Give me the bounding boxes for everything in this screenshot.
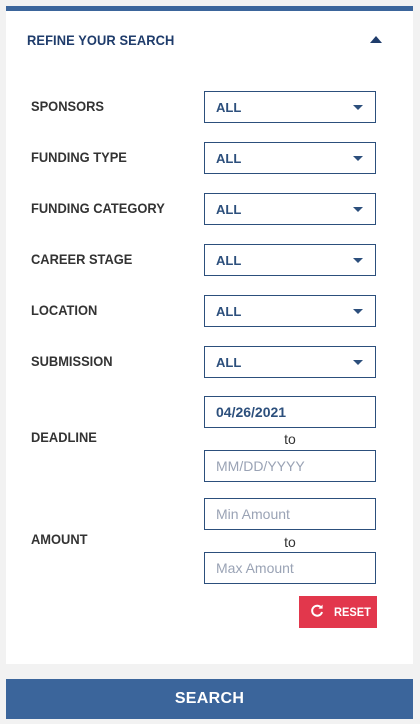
deadline-start-input[interactable]: [204, 396, 376, 428]
location-select-value: ALL: [216, 304, 242, 319]
funding-type-select-value: ALL: [216, 151, 242, 166]
chevron-down-icon: [353, 105, 363, 110]
amount-to-text: to: [284, 534, 296, 550]
chevron-down-icon: [353, 309, 363, 314]
location-label: LOCATION: [31, 302, 98, 318]
chevron-down-icon: [353, 360, 363, 365]
amount-label: AMOUNT: [31, 531, 88, 547]
career-stage-label: CAREER STAGE: [31, 251, 133, 267]
sponsors-select-value: ALL: [216, 100, 242, 115]
funding-type-label: FUNDING TYPE: [31, 149, 127, 165]
chevron-down-icon: [353, 156, 363, 161]
location-select[interactable]: ALL: [204, 295, 376, 327]
deadline-label: DEADLINE: [31, 429, 97, 445]
funding-category-label: FUNDING CATEGORY: [31, 200, 165, 216]
deadline-end-input[interactable]: [204, 450, 376, 482]
chevron-up-icon[interactable]: [370, 36, 382, 43]
amount-min-input[interactable]: [204, 498, 376, 530]
chevron-down-icon: [353, 258, 363, 263]
reset-button[interactable]: RESET: [299, 596, 377, 628]
funding-category-select-value: ALL: [216, 202, 242, 217]
career-stage-select[interactable]: ALL: [204, 244, 376, 276]
panel-title: REFINE YOUR SEARCH: [27, 32, 175, 48]
sponsors-label: SPONSORS: [31, 98, 105, 114]
deadline-to-text: to: [284, 431, 296, 447]
reset-button-label: RESET: [334, 605, 371, 619]
amount-max-input[interactable]: [204, 552, 376, 584]
funding-category-select[interactable]: ALL: [204, 193, 376, 225]
submission-label: SUBMISSION: [31, 353, 113, 369]
submission-select[interactable]: ALL: [204, 346, 376, 378]
submission-select-value: ALL: [216, 355, 242, 370]
chevron-down-icon: [353, 207, 363, 212]
funding-type-select[interactable]: ALL: [204, 142, 376, 174]
search-button[interactable]: SEARCH: [6, 679, 413, 719]
sponsors-select[interactable]: ALL: [204, 91, 376, 123]
refresh-icon: [311, 604, 323, 617]
panel-header[interactable]: REFINE YOUR SEARCH: [6, 11, 413, 67]
career-stage-select-value: ALL: [216, 253, 242, 268]
